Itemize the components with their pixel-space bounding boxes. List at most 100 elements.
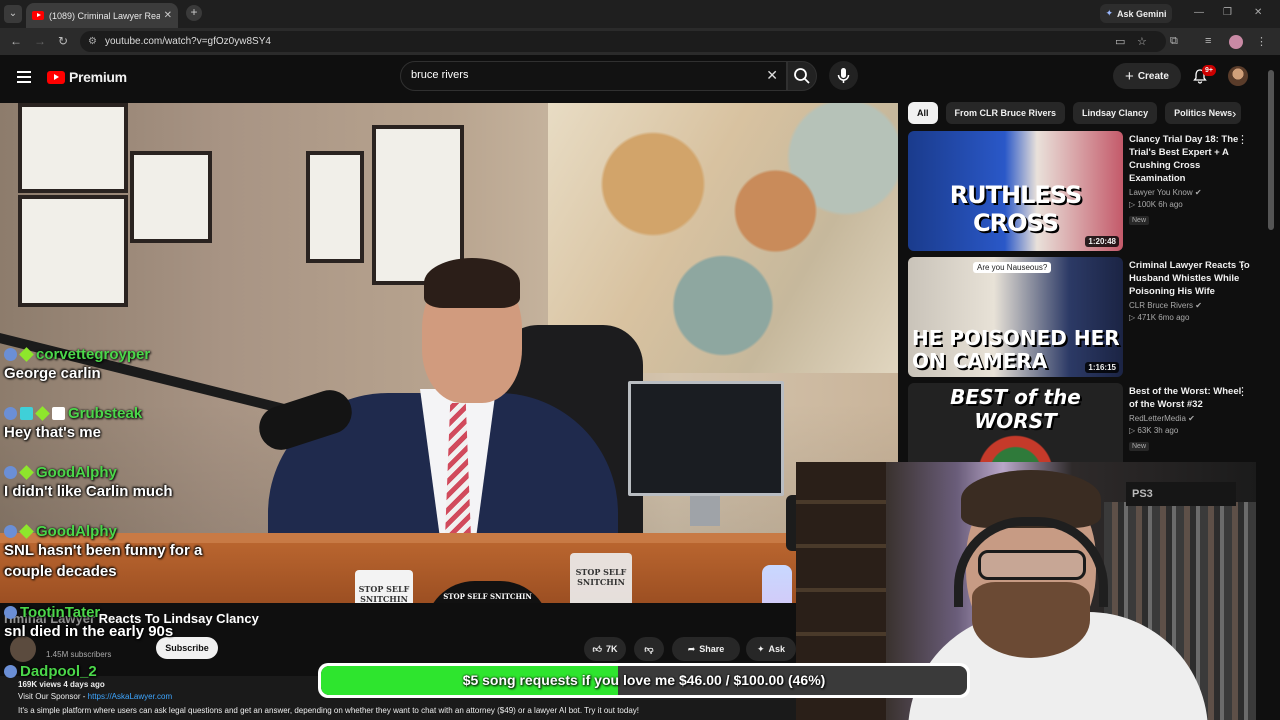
thumbnail-note: Are you Nauseous? [973,262,1052,273]
globe-badge-icon [4,466,17,479]
chat-username: Grubsteak [4,405,142,422]
chat-username: TootinTater [4,604,173,621]
more-options-icon[interactable]: ⋮ [1237,133,1248,146]
globe-badge-icon [4,606,17,619]
chat-username-text: GoodAlphy [36,464,117,481]
chat-username-text: GoodAlphy [36,523,117,540]
search-box: ✕ [400,61,787,91]
bookmark-star-icon[interactable]: ☆ [1137,35,1147,48]
diamond-badge-icon [19,347,34,362]
ask-gemini-label: Ask Gemini [1117,8,1167,19]
cap-text: STOP SELF SNITCHIN [443,592,532,601]
like-button[interactable]: 👍︎ 7K [584,637,626,661]
chevron-right-icon[interactable]: › [1232,106,1236,121]
chip-all[interactable]: All [908,102,938,124]
chrome-menu-icon[interactable]: ⋮ [1256,35,1267,48]
chat-message: GoodAlphy SNL hasn't been funny for a co… [4,523,204,582]
globe-badge-icon [4,665,17,678]
share-button[interactable]: ➦ Share [672,637,740,661]
video-info: Best of the Worst: Wheel of the Worst #3… [1129,385,1251,453]
chat-text: Hey that's me [4,424,101,441]
chat-username-text: Grubsteak [68,405,143,422]
more-options-icon[interactable]: ⋮ [1237,259,1248,272]
thumbnail-text: RUTHLESS CROSS [949,181,1083,237]
youtube-header: Premium ✕ + Create 9+ [0,55,1280,100]
create-button[interactable]: + Create [1113,63,1181,89]
address-bar[interactable]: ⚙ youtube.com/watch?v=gfOz0yw8SY4 [80,31,1166,52]
diamond-badge-icon [19,465,34,480]
presenter-hair [424,258,520,308]
new-tab-button[interactable]: + [186,5,202,21]
video-thumbnail[interactable]: RUTHLESS CROSS 1:20:48 [908,131,1123,251]
browser-toolbar: ← → ↻ ⚙ youtube.com/watch?v=gfOz0yw8SY4 … [0,28,1280,55]
tab-title: (1089) Criminal Lawyer Reacts T [49,10,160,21]
wall-frame [18,195,128,307]
menu-icon[interactable] [17,71,31,83]
thumbs-down-icon: 👎︎ [644,643,654,654]
diamond-badge-icon [19,524,34,539]
chip-politics-news[interactable]: Politics News [1165,102,1242,124]
chat-username-text: TootinTater [20,604,101,621]
account-avatar[interactable] [1228,66,1248,86]
tab-search-button[interactable]: ⌄ [4,5,22,23]
site-info-icon[interactable]: ⚙ [88,31,97,52]
diamond-badge-icon [35,406,50,421]
restore-button[interactable]: ❐ [1223,7,1232,18]
page-scrollbar[interactable] [1268,70,1274,230]
chat-username: Dadpool_2 [4,663,97,680]
cast-icon[interactable]: ▭ [1115,35,1125,48]
sparkle-icon: ✦ [756,643,765,654]
share-label: Share [699,644,725,654]
voice-search-button[interactable] [829,61,858,90]
video-title: Clancy Trial Day 18: The Trial's Best Ex… [1129,134,1239,184]
water-bottle [762,565,792,603]
clear-search-icon[interactable]: ✕ [766,67,778,84]
video-title: Best of the Worst: Wheel of the Worst #3… [1129,386,1242,410]
more-options-icon[interactable]: ⋮ [1237,385,1248,398]
mug-text: STOP SELF SNITCHIN [358,584,410,603]
channel-name: Lawyer You Know ✔ [1129,188,1202,197]
channel-subscribers: 1.45M subscribers [46,650,112,659]
search-button[interactable] [787,61,817,91]
search-input[interactable] [411,69,751,81]
tab-close-icon[interactable]: ✕ [164,10,172,21]
dislike-button[interactable]: 👎︎ [634,637,664,661]
ask-button[interactable]: ✦ Ask [746,637,796,661]
like-count: 7K [605,644,618,654]
ask-gemini-button[interactable]: ✦ Ask Gemini [1100,4,1172,23]
recommended-video[interactable]: RUTHLESS CROSS 1:20:48 Clancy Trial Day … [908,131,1248,251]
computer-monitor [628,381,784,496]
browser-tab-active[interactable]: (1089) Criminal Lawyer Reacts T ✕ [26,3,178,28]
youtube-premium-logo[interactable]: Premium [47,69,127,85]
globe-badge-icon [4,348,17,361]
filter-chips: All From CLR Bruce Rivers Lindsay Clancy… [908,102,1248,124]
chip-from-channel[interactable]: From CLR Bruce Rivers [945,102,1066,124]
video-meta: ▷ 471K 6mo ago [1129,313,1190,322]
chat-username-text: Dadpool_2 [20,663,97,680]
forward-icon[interactable]: → [34,34,46,48]
youtube-favicon-icon [32,11,44,20]
views-and-date: 169K views 4 days ago [18,680,105,689]
sponsor-link[interactable]: https://AskaLawyer.com [88,692,172,701]
close-window-button[interactable]: ✕ [1254,7,1262,18]
youtube-logo-icon [47,70,65,84]
video-info: Clancy Trial Day 18: The Trial's Best Ex… [1129,133,1251,227]
media-controls-icon[interactable]: ≡ [1205,35,1211,47]
sponsor-prefix: Visit Our Sponsor - [18,692,88,701]
back-icon[interactable]: ← [10,34,22,48]
globe-badge-icon [4,525,17,538]
video-meta: ▷ 63K 3h ago [1129,426,1179,435]
goal-text: $5 song requests if you love me $46.00 /… [462,672,826,688]
gift-badge-icon [20,407,33,420]
video-thumbnail[interactable]: Are you Nauseous? HE POISONED HER ON CAM… [908,257,1123,377]
wall-frame [130,151,212,243]
recommended-video[interactable]: Are you Nauseous? HE POISONED HER ON CAM… [908,257,1250,377]
thumbnail-text: BEST of the WORST [950,385,1081,433]
reload-icon[interactable]: ↻ [58,34,68,48]
extensions-icon[interactable]: ⧉ [1170,35,1178,48]
minimize-button[interactable]: — [1194,7,1204,18]
chip-lindsay-clancy[interactable]: Lindsay Clancy [1073,102,1158,124]
chat-username: corvettegroyper [4,346,150,363]
monitor-stand [690,496,720,526]
profile-avatar[interactable] [1229,35,1243,49]
